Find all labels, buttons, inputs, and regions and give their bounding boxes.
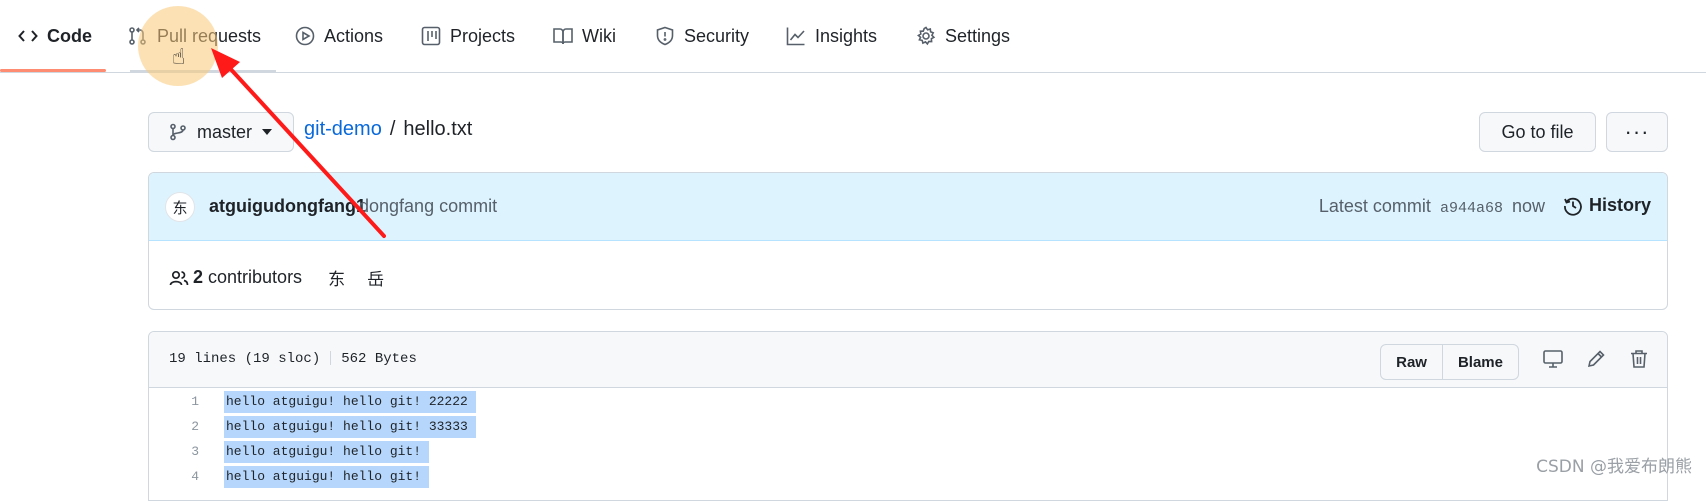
code-line: 1 hello atguigu! hello git! 22222 bbox=[149, 389, 1667, 414]
line-number[interactable]: 3 bbox=[149, 444, 199, 459]
contributor-avatar[interactable]: 岳 bbox=[367, 265, 384, 290]
line-content: hello atguigu! hello git! 33333 bbox=[224, 416, 476, 438]
contributors-row[interactable]: 2 contributors 东 岳 bbox=[169, 265, 384, 290]
latest-commit-box: 东 atguigudongfang1 dongfang commit Lates… bbox=[148, 172, 1668, 310]
trash-icon[interactable] bbox=[1628, 348, 1650, 370]
breadcrumb: git-demo / hello.txt bbox=[304, 118, 472, 141]
commit-time: now bbox=[1511, 196, 1545, 216]
code-view: 1 hello atguigu! hello git! 22222 2 hell… bbox=[149, 389, 1667, 489]
commit-sha-link[interactable]: a944a68 bbox=[1440, 200, 1503, 217]
go-to-file-button[interactable]: Go to file bbox=[1479, 112, 1596, 152]
raw-blame-group: Raw Blame bbox=[1380, 344, 1519, 380]
tab-actions[interactable]: Actions bbox=[295, 0, 383, 72]
more-options-button[interactable]: ··· bbox=[1606, 112, 1668, 152]
divider bbox=[330, 351, 332, 366]
code-line: 4 hello atguigu! hello git! bbox=[149, 464, 1667, 489]
latest-commit-info: Latest commit a944a68 now bbox=[1319, 196, 1545, 217]
latest-commit-label: Latest commit bbox=[1318, 196, 1431, 216]
tab-code-label: Code bbox=[47, 25, 92, 46]
breadcrumb-repo-link[interactable]: git-demo bbox=[304, 118, 382, 141]
line-count: 19 lines (19 sloc) bbox=[169, 351, 321, 367]
contributors-count: 2 bbox=[193, 267, 204, 287]
tab-code[interactable]: Code bbox=[18, 0, 92, 72]
tab-projects[interactable]: Projects bbox=[421, 0, 515, 72]
hand-cursor-icon: ☝ bbox=[172, 44, 186, 69]
breadcrumb-separator: / bbox=[389, 118, 396, 140]
people-icon bbox=[169, 270, 189, 285]
table-icon bbox=[421, 26, 441, 46]
line-content: hello atguigu! hello git! bbox=[224, 466, 430, 488]
play-icon bbox=[295, 26, 315, 46]
gear-icon bbox=[916, 26, 936, 46]
tab-wiki[interactable]: Wiki bbox=[553, 0, 616, 72]
tab-settings[interactable]: Settings bbox=[916, 0, 1010, 72]
branch-icon bbox=[170, 123, 186, 141]
commit-author-link[interactable]: atguigudongfang1 bbox=[209, 196, 366, 217]
file-size: 562 Bytes bbox=[341, 351, 417, 367]
contributors-label: contributors bbox=[208, 267, 303, 287]
line-number[interactable]: 2 bbox=[149, 419, 199, 434]
repo-nav: Code Pull requests Actions Projects Wiki… bbox=[0, 0, 1706, 73]
code-icon bbox=[18, 26, 38, 46]
code-line: 3 hello atguigu! hello git! bbox=[149, 439, 1667, 464]
tab-wiki-label: Wiki bbox=[582, 25, 616, 46]
file-info: 19 lines (19 sloc) 562 Bytes bbox=[169, 351, 417, 367]
desktop-icon[interactable] bbox=[1542, 348, 1564, 370]
tab-insights-label: Insights bbox=[815, 25, 878, 46]
chevron-down-icon bbox=[262, 129, 273, 135]
line-number[interactable]: 4 bbox=[149, 469, 199, 484]
watermark: CSDN @我爱布朗熊 bbox=[1536, 457, 1692, 477]
shield-icon bbox=[655, 26, 675, 46]
tab-security[interactable]: Security bbox=[655, 0, 749, 72]
commit-message[interactable]: dongfang commit bbox=[359, 196, 497, 217]
raw-button[interactable]: Raw bbox=[1381, 345, 1442, 379]
pencil-icon[interactable] bbox=[1585, 348, 1607, 370]
file-header: 19 lines (19 sloc) 562 Bytes Raw Blame bbox=[149, 332, 1667, 388]
blame-button[interactable]: Blame bbox=[1441, 345, 1518, 379]
line-content: hello atguigu! hello git! bbox=[224, 441, 430, 463]
tab-insights[interactable]: Insights bbox=[786, 0, 877, 72]
branch-selector[interactable]: master bbox=[148, 112, 294, 152]
line-content: hello atguigu! hello git! 22222 bbox=[224, 391, 476, 413]
file-viewer: 19 lines (19 sloc) 562 Bytes Raw Blame 1 … bbox=[148, 331, 1668, 501]
breadcrumb-file: hello.txt bbox=[403, 118, 473, 140]
history-label: History bbox=[1588, 195, 1651, 215]
line-number[interactable]: 1 bbox=[149, 394, 199, 409]
book-icon bbox=[553, 26, 573, 46]
contributor-avatar[interactable]: 东 bbox=[328, 265, 345, 290]
tab-security-label: Security bbox=[684, 25, 750, 46]
avatar[interactable]: 东 bbox=[165, 192, 195, 222]
code-line: 2 hello atguigu! hello git! 33333 bbox=[149, 414, 1667, 439]
history-link[interactable]: History bbox=[1563, 195, 1651, 216]
commit-header: 东 atguigudongfang1 dongfang commit Lates… bbox=[149, 173, 1667, 241]
tab-actions-label: Actions bbox=[324, 25, 384, 46]
history-icon bbox=[1564, 197, 1582, 216]
active-tab-underline bbox=[0, 69, 106, 72]
tab-settings-label: Settings bbox=[945, 25, 1011, 46]
tab-projects-label: Projects bbox=[450, 25, 516, 46]
branch-name: master bbox=[197, 121, 253, 142]
graph-icon bbox=[786, 26, 806, 46]
